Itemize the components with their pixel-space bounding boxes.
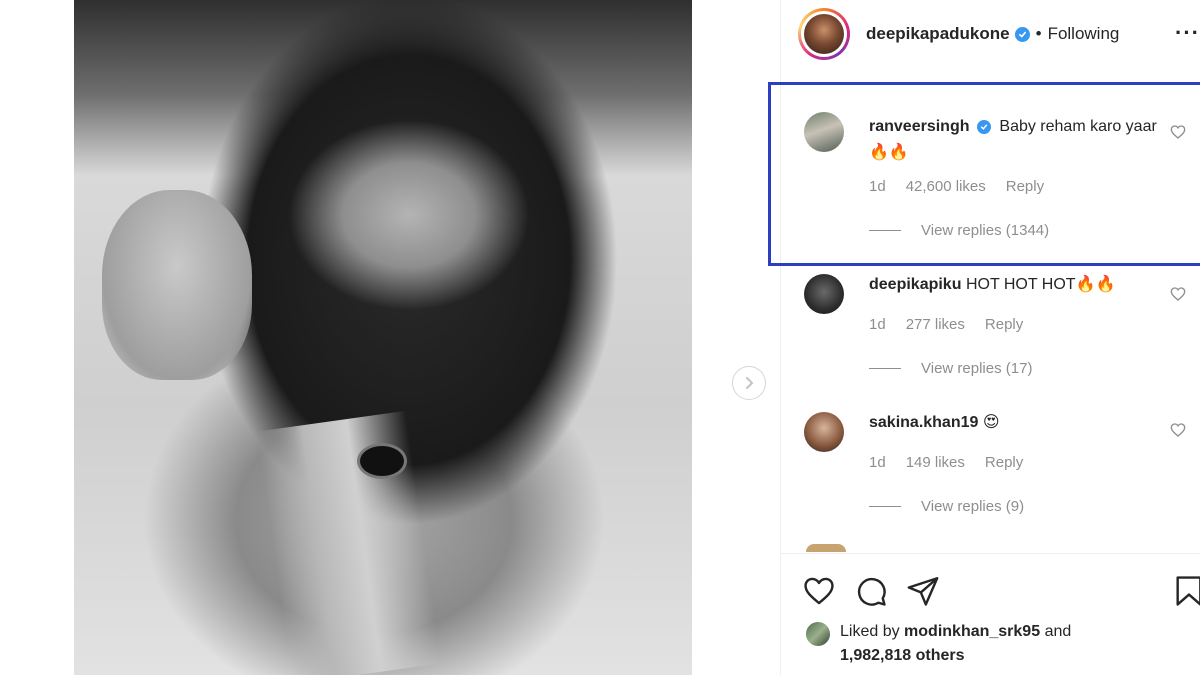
author-username[interactable]: deepikapadukone (866, 24, 1010, 44)
view-replies-button[interactable]: View replies (17) (869, 360, 1032, 377)
commenter-username[interactable]: deepikapiku (869, 276, 961, 293)
next-commenter-avatar-peek (806, 544, 846, 552)
liker-avatar[interactable] (806, 622, 830, 646)
photo-pendant-shape (360, 446, 404, 476)
comment-meta: 1d 42,600 likes Reply (869, 178, 1044, 195)
actions-divider (780, 553, 1200, 554)
verified-icon (1014, 26, 1030, 42)
comment-item: sakina.khan19 😍 1d 149 likes Reply View … (804, 412, 1200, 532)
comment-likes[interactable]: 149 likes (906, 454, 965, 471)
heart-icon[interactable] (1170, 286, 1186, 302)
comment-age: 1d (869, 454, 886, 471)
view-replies-label: View replies (9) (921, 498, 1025, 515)
share-icon[interactable] (906, 574, 940, 608)
verified-icon (976, 120, 991, 134)
comment-item: ranveersingh Baby reham karo yaar 🔥🔥 1d … (804, 112, 1200, 252)
comment-icon[interactable] (854, 574, 888, 608)
commenter-avatar[interactable] (804, 412, 844, 452)
comment-body: sakina.khan19 😍 (869, 410, 1159, 436)
comment-age: 1d (869, 178, 886, 195)
comment-body: deepikapiku HOT HOT HOT🔥🔥 (869, 272, 1159, 298)
reply-button[interactable]: Reply (985, 316, 1023, 333)
comment-text: HOT HOT HOT🔥🔥 (965, 276, 1116, 293)
replies-line (869, 506, 901, 507)
comment-body: ranveersingh Baby reham karo yaar 🔥🔥 (869, 114, 1159, 166)
liked-by-prefix: Liked by (840, 623, 900, 640)
author-avatar-image (804, 14, 844, 54)
replies-line (869, 230, 901, 231)
comment-meta: 1d 149 likes Reply (869, 454, 1023, 471)
more-options-button[interactable]: ··· (1175, 20, 1200, 46)
reply-button[interactable]: Reply (1006, 178, 1044, 195)
view-replies-label: View replies (17) (921, 360, 1033, 377)
following-button[interactable]: Following (1048, 24, 1120, 44)
heart-icon[interactable] (1170, 422, 1186, 438)
replies-line (869, 368, 901, 369)
comment-text: 😍 (982, 414, 1000, 431)
view-replies-button[interactable]: View replies (1344) (869, 222, 1049, 239)
view-replies-label: View replies (1344) (921, 222, 1050, 239)
comment-likes[interactable]: 277 likes (906, 316, 965, 333)
liker-username[interactable]: modinkhan_srk95 (904, 623, 1040, 640)
likes-count[interactable]: 1,982,818 others (840, 647, 965, 664)
post-actions (802, 574, 940, 608)
chevron-right-icon (746, 377, 753, 389)
reply-button[interactable]: Reply (985, 454, 1023, 471)
heart-icon[interactable] (1170, 124, 1186, 140)
commenter-avatar[interactable] (804, 112, 844, 152)
author-avatar[interactable] (798, 8, 850, 60)
comment-age: 1d (869, 316, 886, 333)
photo-arm-shape (256, 410, 442, 675)
comment-meta: 1d 277 likes Reply (869, 316, 1023, 333)
post-photo[interactable] (74, 0, 692, 675)
commenter-avatar[interactable] (804, 274, 844, 314)
commenter-username[interactable]: ranveersingh (869, 118, 969, 135)
commenter-username[interactable]: sakina.khan19 (869, 414, 978, 431)
liked-by-text: Liked by modinkhan_srk95 and 1,982,818 o… (840, 620, 1140, 668)
bookmark-icon[interactable] (1172, 574, 1200, 608)
view-replies-button[interactable]: View replies (9) (869, 498, 1024, 515)
comment-likes[interactable]: 42,600 likes (906, 178, 986, 195)
comment-item: deepikapiku HOT HOT HOT🔥🔥 1d 277 likes R… (804, 274, 1200, 394)
next-photo-button[interactable] (732, 366, 766, 400)
liked-by-middle: and (1044, 623, 1072, 640)
header-separator: • (1035, 24, 1042, 43)
heart-icon[interactable] (802, 574, 836, 608)
post-header: deepikapadukone • Following ··· (798, 8, 1200, 60)
photo-hand-shape (102, 190, 252, 380)
